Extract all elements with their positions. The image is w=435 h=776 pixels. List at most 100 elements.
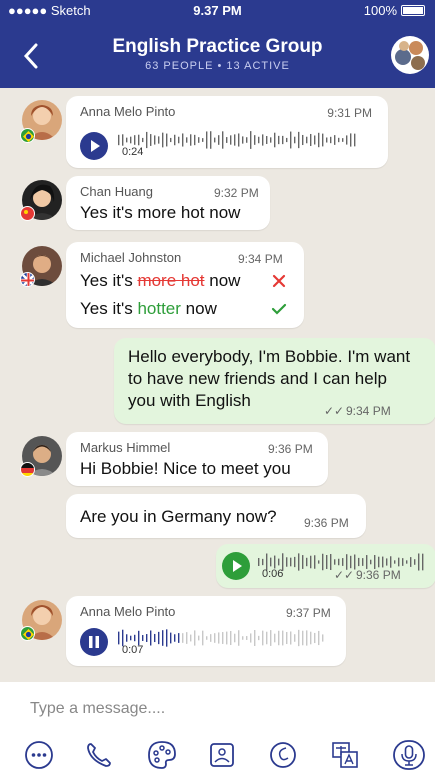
message-list[interactable]: Anna Melo Pinto 9:31 PM 0:24 Chan Huang …: [0, 88, 435, 682]
waveform-bar: [178, 136, 180, 144]
waveform-bar: [394, 560, 396, 564]
waveform-bar: [318, 560, 320, 564]
waveform-bar: [166, 629, 168, 647]
message-bubble[interactable]: Markus Himmel 9:36 PM Hi Bobbie! Nice to…: [66, 432, 328, 486]
waveform-bar: [342, 138, 344, 142]
microphone-icon[interactable]: [392, 738, 426, 772]
correction-bubble[interactable]: Michael Johnston 9:34 PM Yes it's more h…: [66, 242, 304, 328]
waveform-bar: [238, 133, 240, 147]
waveform-bar: [158, 631, 160, 645]
waveform-bar: [350, 555, 352, 569]
emoji-icon[interactable]: [266, 738, 300, 772]
waveform-bar: [202, 630, 204, 646]
sentence-prefix: Yes it's: [80, 299, 133, 318]
waveform-bar: [386, 558, 388, 566]
message-text: Yes it's more hot now: [80, 203, 241, 222]
group-avatar[interactable]: [391, 36, 429, 74]
waveform-bar: [246, 137, 248, 143]
waveform-bar: [278, 135, 280, 145]
waveform-bar: [286, 137, 288, 143]
voice-message-bubble[interactable]: Anna Melo Pinto 9:37 PM 0:07: [66, 596, 346, 666]
waveform-bar: [350, 133, 352, 147]
waveform-bar: [374, 555, 376, 569]
flag-uk-icon: [20, 272, 35, 287]
message-input[interactable]: Type a message....: [30, 700, 165, 718]
waveform-bar: [310, 631, 312, 645]
waveform-bar: [246, 636, 248, 640]
waveform-bar: [390, 556, 392, 568]
phone-icon[interactable]: [82, 738, 116, 772]
message-time: 9:36 PM: [268, 442, 313, 456]
play-button[interactable]: [222, 552, 250, 580]
waveform-bar: [354, 133, 356, 147]
waveform-bar: [214, 137, 216, 143]
waveform-bar: [142, 635, 144, 641]
waveform-bar: [138, 134, 140, 146]
waveform-bar: [234, 134, 236, 146]
waveform-bar: [410, 557, 412, 567]
waveform-icon: [118, 131, 356, 149]
waveform-bar: [266, 136, 268, 144]
waveform-bar: [326, 137, 328, 143]
waveform-bar: [290, 557, 292, 567]
waveform-bar: [306, 136, 308, 144]
more-options-icon[interactable]: [22, 738, 56, 772]
waveform-bar: [290, 131, 292, 149]
waveform-bar: [270, 557, 272, 567]
waveform-icon: [118, 629, 324, 647]
waveform-bar: [334, 559, 336, 565]
sticker-icon[interactable]: [145, 738, 179, 772]
voice-message-bubble[interactable]: Anna Melo Pinto 9:31 PM 0:24: [66, 96, 388, 168]
waveform-bar: [274, 633, 276, 643]
waveform-bar: [226, 631, 228, 645]
waveform-bar: [342, 558, 344, 566]
waveform-bar: [130, 635, 132, 641]
waveform-bar: [194, 630, 196, 646]
waveform-bar: [322, 133, 324, 147]
play-button[interactable]: [80, 132, 108, 160]
message-bubble[interactable]: Chan Huang 9:32 PM Yes it's more hot now: [66, 176, 270, 230]
waveform-bar: [422, 553, 424, 571]
waveform-bar: [162, 132, 164, 148]
waveform-bar: [186, 632, 188, 644]
waveform-bar: [418, 553, 420, 571]
waveform-bar: [258, 136, 260, 144]
message-time: 9:34 PM: [238, 252, 283, 266]
waveform-bar: [270, 137, 272, 143]
waveform-bar: [222, 632, 224, 644]
waveform-bar: [406, 560, 408, 564]
waveform-bar: [314, 555, 316, 569]
waveform-bar: [334, 135, 336, 145]
waveform-bar: [174, 134, 176, 146]
back-arrow-icon[interactable]: [22, 42, 42, 70]
pause-button[interactable]: [80, 628, 108, 656]
waveform-bar: [230, 630, 232, 646]
sentence-suffix: now: [209, 271, 241, 290]
outgoing-message-bubble[interactable]: Hello everybody, I'm Bobbie. I'm want to…: [114, 338, 435, 424]
waveform-bar: [338, 137, 340, 143]
translate-icon[interactable]: [328, 738, 362, 772]
waveform-bar: [242, 636, 244, 640]
read-receipt-icon: ✓✓: [324, 404, 345, 418]
waveform-bar: [294, 634, 296, 642]
group-title: English Practice Group: [112, 36, 323, 57]
waveform-bar: [298, 629, 300, 647]
image-icon[interactable]: [205, 738, 239, 772]
message-bubble[interactable]: Are you in Germany now? 9:36 PM: [66, 494, 366, 538]
waveform-bar: [258, 558, 260, 566]
waveform-bar: [330, 554, 332, 570]
waveform-bar: [122, 134, 124, 146]
waveform-bar: [126, 137, 128, 143]
waveform-bar: [154, 633, 156, 643]
waveform-bar: [178, 633, 180, 643]
waveform-bar: [186, 137, 188, 143]
waveform-bar: [358, 557, 360, 567]
outgoing-voice-bubble[interactable]: 0:06 ✓✓ 9:36 PM: [216, 544, 435, 588]
waveform-bar: [170, 632, 172, 644]
waveform-bar: [162, 630, 164, 646]
flag-brazil-icon: [20, 128, 35, 143]
waveform-bar: [218, 135, 220, 145]
waveform-bar: [402, 558, 404, 566]
waveform-bar: [210, 634, 212, 642]
waveform-bar: [370, 559, 372, 565]
